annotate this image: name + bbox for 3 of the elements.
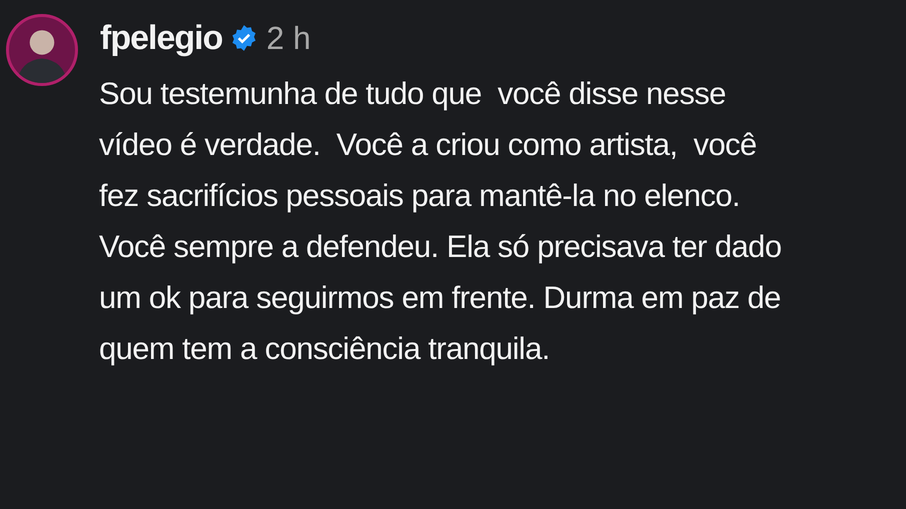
comment-text: Sou testemunha de tudo que você disse nesse vídeo é verdade. Você a criou como artista, você fez sacrifícios pessoais para mantê-la no elenco. Você sempre a defendeu. Ela só precisava ter dado um ok para seguirmos em frente. Durma em paz de quem tem a consciência tranquila. (99, 75, 782, 368)
username[interactable]: fpelegio (100, 18, 222, 58)
timestamp: 2 h (266, 20, 311, 56)
